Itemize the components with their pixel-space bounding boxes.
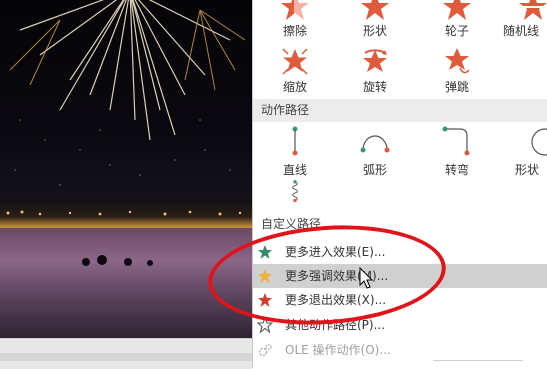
entrance-star-icon [258,245,272,259]
effect-label: 旋转 [362,80,387,94]
motion-paths-header: 动作路径 [253,99,547,122]
path-shape[interactable]: 形状 [497,126,547,177]
effect-shape[interactable]: 形状 [339,0,411,38]
effect-label: 缩放 [282,80,307,94]
shape-path-icon [531,128,547,156]
menu-label: 更多退出效果(X)... [285,293,387,307]
shape-icon [361,0,389,20]
bounce-icon [445,48,470,74]
wheel-icon [443,0,471,20]
path-label: 转弯 [444,163,469,177]
emphasis-star-icon [258,269,272,283]
more-emphasis-effects-item[interactable]: 更多强调效果(M)... [253,264,547,288]
menu-label: OLE 操作动作(O)... [285,343,391,357]
effect-zoom[interactable]: 缩放 [259,46,331,94]
custom-path-label: 自定义路径 [261,217,322,231]
effect-wheel[interactable]: 轮子 [421,0,493,38]
effect-label: 弹跳 [444,80,469,94]
effect-wipe[interactable]: 擦除 [259,0,331,38]
effect-random-bars[interactable]: 随机线 [497,0,547,38]
random-bars-icon [518,0,547,20]
path-label: 形状 [515,163,540,177]
bottom-divider [433,360,523,361]
line-path-icon [292,126,298,156]
fireworks-graphic [6,0,246,266]
swivel-icon [363,49,387,72]
motion-path-star-icon [257,317,273,333]
path-turn[interactable]: 转弯 [421,126,493,177]
zoom-icon [282,48,308,75]
path-label: 直线 [282,163,307,177]
menu-label: 其他动作路径(P)... [285,318,386,332]
custom-path-icon [292,180,298,203]
slide-scrollbar-area[interactable] [0,338,252,369]
horizontal-scrollbar[interactable] [0,353,252,361]
ole-action-item[interactable]: OLE 操作动作(O)... [253,338,547,362]
wipe-icon [281,0,310,22]
other-motion-paths-item[interactable]: 其他动作路径(P)... [253,313,547,337]
menu-label: 更多进入效果(E)... [285,245,386,259]
more-exit-effects-item[interactable]: 更多退出效果(X)... [253,288,547,312]
slide-photo-fireworks [0,0,252,338]
effect-bounce[interactable]: 弹跳 [421,46,493,94]
exit-star-icon [258,293,272,307]
more-entrance-effects-item[interactable]: 更多进入效果(E)... [253,240,547,264]
turn-path-icon [442,126,470,156]
mouse-cursor-icon [359,267,374,289]
arc-path-icon [360,135,390,153]
path-label: 弧形 [362,163,387,177]
effect-label: 形状 [362,24,387,38]
effect-label: 擦除 [282,24,307,38]
path-line[interactable]: 直线 [259,126,331,177]
ole-action-icon [258,343,272,357]
path-custom[interactable] [259,180,331,216]
effect-swivel[interactable]: 旋转 [339,46,411,94]
animation-gallery-panel: 擦除 形状 轮子 随机线 缩放 旋转 弹跳 动作路径 直线 弧形 转弯 形状 自… [253,0,547,368]
effect-label: 随机线 [503,24,540,38]
effect-label: 轮子 [444,24,469,38]
path-arc[interactable]: 弧形 [339,126,411,177]
